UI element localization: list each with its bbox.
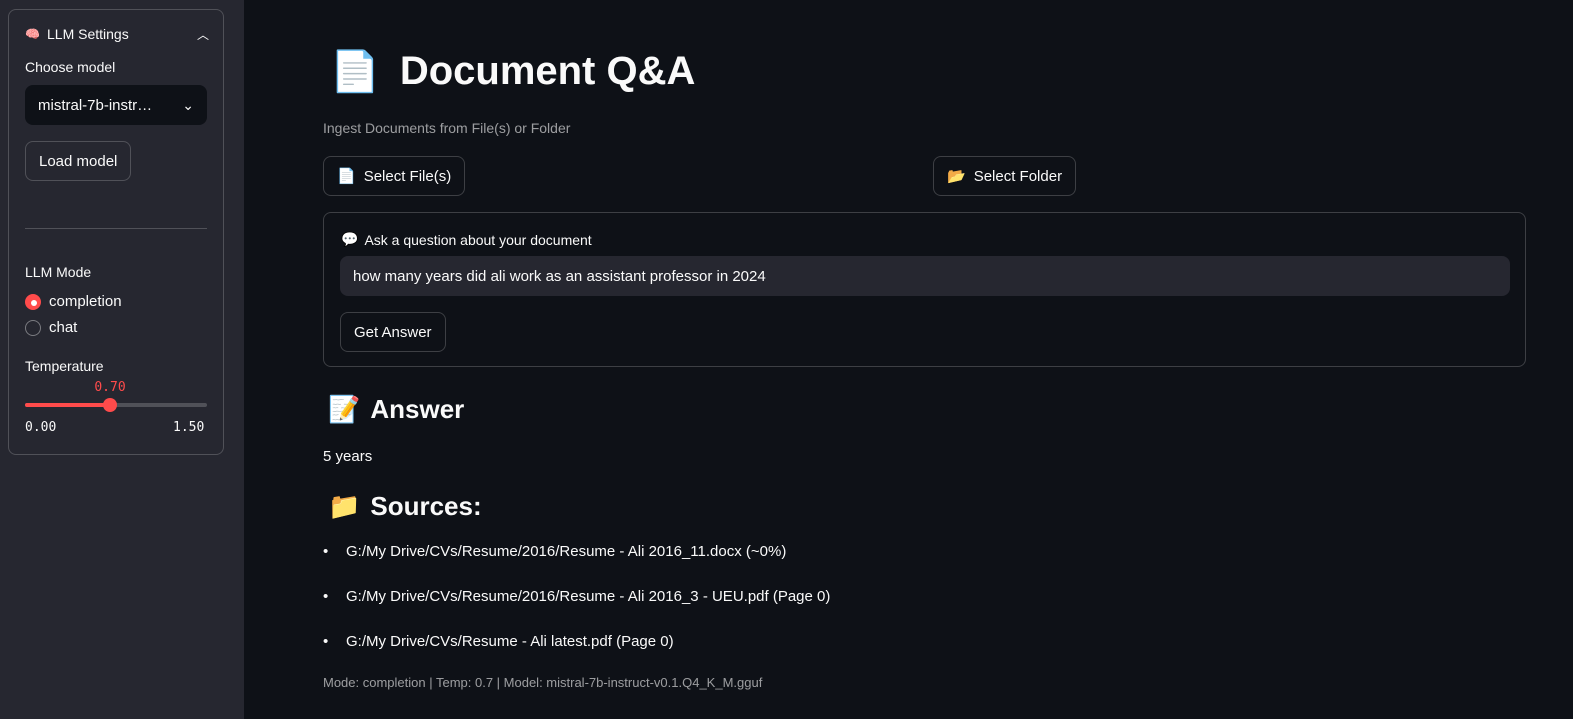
page-title-text: Document Q&A — [399, 49, 696, 93]
radio-button-selected[interactable] — [25, 293, 41, 310]
radio-label: chat — [49, 319, 78, 336]
page-icon: 📄 — [337, 168, 356, 185]
folder-icon: 📁 — [328, 491, 361, 521]
answer-heading: 📝 Answer — [328, 394, 464, 425]
temperature-label: Temperature — [25, 358, 104, 374]
page-icon: 📄 — [330, 50, 380, 94]
llm-mode-label: LLM Mode — [25, 264, 92, 280]
speech-bubble-icon: 💬 — [341, 231, 359, 247]
sources-heading-text: Sources: — [370, 491, 482, 521]
brain-icon: 🧠 — [25, 27, 40, 41]
question-form: 💬 Ask a question about your document Get… — [323, 212, 1526, 367]
status-footer: Mode: completion | Temp: 0.7 | Model: mi… — [323, 675, 763, 690]
question-input[interactable] — [340, 256, 1510, 296]
model-select[interactable]: mistral-7b-instr… ⌄ — [25, 85, 207, 125]
expander-header[interactable]: 🧠 LLM Settings ︿ — [25, 24, 209, 44]
answer-heading-text: Answer — [370, 394, 465, 424]
radio-completion[interactable]: completion — [25, 293, 122, 310]
list-item: G:/My Drive/CVs/Resume/2016/Resume - Ali… — [323, 543, 830, 588]
page-title: 📄 Document Q&A — [330, 48, 695, 95]
slider-max: 1.50 — [173, 420, 205, 435]
select-folder-button[interactable]: 📂 Select Folder — [933, 156, 1077, 196]
memo-icon: 📝 — [328, 394, 361, 424]
get-answer-button[interactable]: Get Answer — [340, 312, 446, 352]
sidebar: 🧠 LLM Settings ︿ Choose model mistral-7b… — [0, 0, 244, 719]
slider-min: 0.00 — [25, 420, 57, 435]
chevron-up-icon[interactable]: ︿ — [197, 26, 209, 43]
model-select-value: mistral-7b-instr… — [38, 96, 153, 114]
select-folder-label: Select Folder — [973, 167, 1063, 185]
expander-title: LLM Settings — [47, 26, 129, 42]
load-model-button[interactable]: Load model — [25, 141, 132, 181]
select-files-button[interactable]: 📄 Select File(s) — [323, 156, 466, 196]
sources-heading: 📁 Sources: — [328, 491, 482, 522]
ingest-caption: Ingest Documents from File(s) or Folder — [323, 120, 571, 136]
question-label-text: Ask a question about your document — [364, 231, 592, 248]
radio-chat[interactable]: chat — [25, 319, 77, 336]
main-content: 📄 Document Q&A Ingest Documents from Fil… — [244, 0, 1573, 719]
list-item: G:/My Drive/CVs/Resume/2016/Resume - Ali… — [323, 588, 830, 633]
slider-fill — [25, 403, 110, 407]
sources-list: G:/My Drive/CVs/Resume/2016/Resume - Ali… — [323, 543, 830, 678]
select-files-label: Select File(s) — [363, 167, 452, 185]
slider-thumb[interactable] — [102, 398, 117, 412]
radio-label: completion — [49, 293, 122, 310]
radio-button[interactable] — [25, 319, 41, 336]
model-label: Choose model — [25, 59, 116, 75]
question-label: 💬 Ask a question about your document — [341, 231, 592, 248]
temperature-slider[interactable] — [25, 398, 207, 412]
llm-settings-expander: 🧠 LLM Settings ︿ Choose model mistral-7b… — [8, 9, 224, 455]
list-item: G:/My Drive/CVs/Resume - Ali latest.pdf … — [323, 633, 830, 678]
folder-icon: 📂 — [947, 168, 966, 185]
chevron-down-icon: ⌄ — [182, 96, 194, 113]
answer-text: 5 years — [323, 448, 373, 465]
temperature-value: 0.70 — [94, 380, 126, 395]
divider — [25, 228, 207, 229]
